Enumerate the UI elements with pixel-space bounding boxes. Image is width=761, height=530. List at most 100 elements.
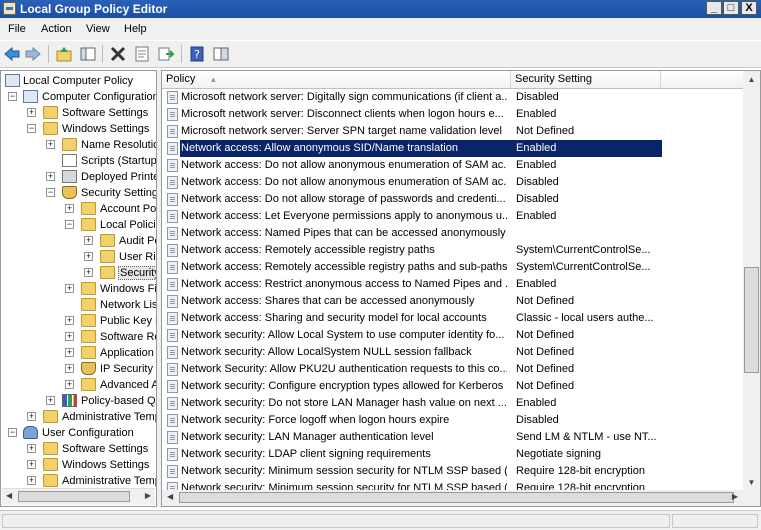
expand-icon[interactable]: + [65, 332, 74, 341]
table-row[interactable]: Network Security: Allow PKU2U authentica… [162, 361, 744, 378]
table-row[interactable]: Network access: Remotely accessible regi… [162, 242, 744, 259]
table-row[interactable]: Network access: Allow anonymous SID/Name… [162, 140, 744, 157]
tree-item-user-rights-assignment[interactable]: + User Rights Assignment [1, 249, 156, 265]
scroll-right-icon[interactable]: ▶ [732, 492, 738, 501]
scroll-down-icon[interactable]: ▼ [743, 474, 760, 491]
scroll-left-icon[interactable]: ◀ [167, 492, 173, 501]
expand-icon[interactable]: + [65, 364, 74, 373]
tree-item-security-settings[interactable]: − Security Settings [1, 185, 156, 201]
tree-item-user-administrative-templates[interactable]: + Administrative Templates [1, 473, 156, 489]
table-row[interactable]: Network security: Force logoff when logo… [162, 412, 744, 429]
expand-icon[interactable]: + [84, 268, 93, 277]
expand-icon[interactable]: + [65, 380, 74, 389]
tree-item-public-key-policies[interactable]: + Public Key Policies [1, 313, 156, 329]
table-row[interactable]: Network access: Sharing and security mod… [162, 310, 744, 327]
tree-item-advanced-audit[interactable]: + Advanced Audit Policy Configuration [1, 377, 156, 393]
expand-icon[interactable]: + [84, 252, 93, 261]
table-row[interactable]: Network security: Minimum session securi… [162, 463, 744, 480]
expand-icon[interactable]: + [46, 140, 55, 149]
table-row[interactable]: Network security: Allow Local System to … [162, 327, 744, 344]
expand-icon[interactable]: + [27, 412, 36, 421]
up-folder-icon[interactable] [55, 45, 73, 63]
expand-icon[interactable]: + [65, 284, 74, 293]
tree-item-software-settings[interactable]: + Software Settings [1, 105, 156, 121]
menu-file[interactable]: File [8, 23, 26, 35]
expand-icon[interactable]: + [65, 348, 74, 357]
expand-icon[interactable]: + [46, 396, 55, 405]
scroll-right-icon[interactable]: ▶ [145, 491, 151, 500]
table-row[interactable]: Network security: LAN Manager authentica… [162, 429, 744, 446]
table-row[interactable]: Network access: Do not allow storage of … [162, 191, 744, 208]
menu-action[interactable]: Action [41, 23, 72, 35]
delete-icon[interactable] [109, 45, 127, 63]
list-horizontal-scrollbar[interactable]: ◀ ▶ [162, 490, 760, 506]
tree-horizontal-scrollbar[interactable]: ◀ ▶ [2, 488, 155, 505]
scroll-up-icon[interactable]: ▲ [743, 71, 760, 88]
properties-icon[interactable] [133, 45, 151, 63]
menu-view[interactable]: View [86, 23, 110, 35]
tree-item-computer-configuration[interactable]: − Computer Configuration [1, 89, 156, 105]
show-description-icon[interactable] [212, 45, 230, 63]
scroll-thumb[interactable] [744, 267, 759, 373]
table-row[interactable]: Network security: Allow LocalSystem NULL… [162, 344, 744, 361]
maximize-button[interactable]: □ [723, 1, 739, 15]
export-list-icon[interactable] [157, 45, 175, 63]
tree-item-audit-policy[interactable]: + Audit Policy [1, 233, 156, 249]
menu-help[interactable]: Help [124, 23, 147, 35]
help-icon[interactable]: ? [188, 45, 206, 63]
column-header-security-setting[interactable]: Security Setting [511, 71, 661, 88]
tree-item-application-control[interactable]: + Application Control Policies [1, 345, 156, 361]
collapse-icon[interactable]: − [46, 188, 55, 197]
tree-item-scripts[interactable]: Scripts (Startup/Shutdown) [1, 153, 156, 169]
show-hide-tree-icon[interactable] [79, 45, 97, 63]
tree-item-administrative-templates[interactable]: + Administrative Templates [1, 409, 156, 425]
table-row[interactable]: Network security: Do not store LAN Manag… [162, 395, 744, 412]
minimize-button[interactable]: _ [706, 1, 722, 15]
expand-icon[interactable]: + [27, 460, 36, 469]
table-row[interactable]: Microsoft network server: Digitally sign… [162, 89, 744, 106]
tree-item-local-computer-policy[interactable]: Local Computer Policy [1, 73, 156, 89]
table-row[interactable]: Microsoft network server: Disconnect cli… [162, 106, 744, 123]
tree-item-ip-security[interactable]: + IP Security Policies on Local Computer [1, 361, 156, 377]
tree-item-security-options[interactable]: + Security Options [1, 265, 156, 281]
tree-item-user-software-settings[interactable]: + Software Settings [1, 441, 156, 457]
expand-icon[interactable]: + [27, 476, 36, 485]
tree-item-user-windows-settings[interactable]: + Windows Settings [1, 457, 156, 473]
table-row[interactable]: Network access: Restrict anonymous acces… [162, 276, 744, 293]
collapse-icon[interactable]: − [8, 92, 17, 101]
back-arrow-icon[interactable] [3, 45, 21, 63]
expand-icon[interactable]: + [27, 108, 36, 117]
tree-item-policy-based-qos[interactable]: + Policy-based QoS [1, 393, 156, 409]
table-row[interactable]: Network access: Named Pipes that can be … [162, 225, 744, 242]
expand-icon[interactable]: + [65, 204, 74, 213]
tree-item-network-list-manager[interactable]: Network List Manager Policies [1, 297, 156, 313]
column-header-policy[interactable]: Policy ▲ [162, 71, 511, 88]
expand-icon[interactable]: + [46, 172, 55, 181]
tree-item-windows-firewall[interactable]: + Windows Firewall with Advanced Securit… [1, 281, 156, 297]
tree-item-software-restriction[interactable]: + Software Restriction Policies [1, 329, 156, 345]
tree-item-account-policies[interactable]: + Account Policies [1, 201, 156, 217]
collapse-icon[interactable]: − [65, 220, 74, 229]
list-vertical-scrollbar[interactable]: ▲ ▼ [743, 71, 760, 491]
tree-item-user-configuration[interactable]: − User Configuration [1, 425, 156, 441]
forward-arrow-icon[interactable] [24, 45, 42, 63]
expand-icon[interactable]: + [84, 236, 93, 245]
table-row[interactable]: Network access: Shares that can be acces… [162, 293, 744, 310]
tree-item-deployed-printers[interactable]: + Deployed Printers [1, 169, 156, 185]
table-row[interactable]: Network access: Remotely accessible regi… [162, 259, 744, 276]
close-button[interactable]: X [741, 1, 757, 15]
table-row[interactable]: Network access: Do not allow anonymous e… [162, 174, 744, 191]
collapse-icon[interactable]: − [8, 428, 17, 437]
scroll-left-icon[interactable]: ◀ [6, 491, 12, 500]
scroll-thumb[interactable] [179, 492, 734, 503]
table-row[interactable]: Microsoft network server: Server SPN tar… [162, 123, 744, 140]
table-row[interactable]: Network access: Let Everyone permissions… [162, 208, 744, 225]
collapse-icon[interactable]: − [27, 124, 36, 133]
tree-item-name-resolution-policy[interactable]: + Name Resolution Policy [1, 137, 156, 153]
table-row[interactable]: Network security: Configure encryption t… [162, 378, 744, 395]
expand-icon[interactable]: + [65, 316, 74, 325]
expand-icon[interactable]: + [27, 444, 36, 453]
tree-item-local-policies[interactable]: − Local Policies [1, 217, 156, 233]
scroll-thumb[interactable] [18, 491, 130, 502]
table-row[interactable]: Network security: LDAP client signing re… [162, 446, 744, 463]
